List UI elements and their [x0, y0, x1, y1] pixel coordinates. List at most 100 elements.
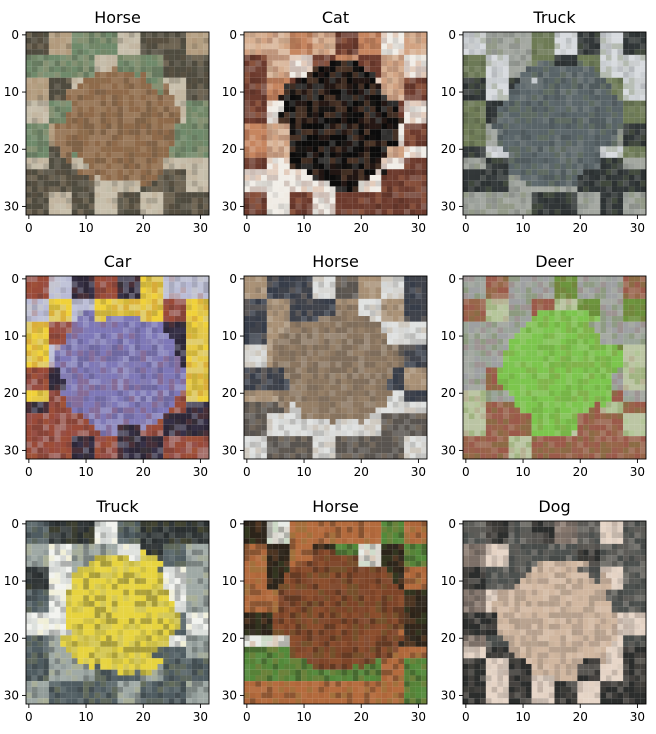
image-pixel [318, 327, 324, 333]
image-pixel [376, 124, 382, 130]
image-pixel [244, 55, 250, 61]
image-pixel [370, 49, 376, 55]
image-pixel [313, 66, 319, 72]
image-pixel [583, 106, 589, 112]
image-pixel [158, 287, 164, 293]
image-pixel [290, 118, 296, 124]
image-pixel [158, 146, 164, 152]
image-pixel [358, 61, 364, 67]
image-pixel [118, 350, 124, 356]
image-pixel [203, 419, 209, 425]
image-pixel [532, 95, 538, 101]
image-pixel [158, 164, 164, 170]
image-pixel [55, 164, 61, 170]
image-pixel [410, 282, 416, 288]
image-pixel [123, 135, 129, 141]
image-pixel [295, 38, 301, 44]
image-pixel [353, 362, 359, 368]
image-pixel [532, 32, 538, 38]
image-pixel [376, 169, 382, 175]
image-pixel [77, 333, 83, 339]
image-pixel [26, 83, 32, 89]
image-pixel [100, 453, 106, 459]
image-pixel [336, 164, 342, 170]
image-pixel [123, 430, 129, 436]
image-pixel [66, 72, 72, 78]
image-pixel [77, 442, 83, 448]
image-pixel [180, 158, 186, 164]
image-pixel [577, 129, 583, 135]
image-pixel [60, 425, 66, 431]
image-pixel [152, 390, 158, 396]
image-pixel [49, 293, 55, 299]
image-pixel [278, 362, 284, 368]
image-pixel [261, 129, 267, 135]
image-pixel [192, 385, 198, 391]
image-pixel [112, 152, 118, 158]
image-pixel [295, 146, 301, 152]
image-pixel [100, 204, 106, 210]
image-pixel [175, 350, 181, 356]
image-pixel [158, 396, 164, 402]
image-pixel [336, 368, 342, 374]
image-pixel [537, 192, 543, 198]
image-pixel [492, 209, 498, 215]
image-pixel [158, 413, 164, 419]
image-pixel [198, 448, 204, 454]
image-pixel [577, 66, 583, 72]
image-pixel [26, 204, 32, 210]
image-pixel [537, 124, 543, 130]
image-pixel [83, 192, 89, 198]
image-pixel [347, 299, 353, 305]
image-pixel [244, 186, 250, 192]
image-pixel [123, 164, 129, 170]
image-pixel [612, 83, 618, 89]
image-pixel [192, 118, 198, 124]
image-pixel [393, 152, 399, 158]
image-pixel [295, 350, 301, 356]
image-pixel [278, 316, 284, 322]
image-pixel [330, 192, 336, 198]
image-pixel [43, 32, 49, 38]
image-pixel [112, 408, 118, 414]
image-pixel [307, 299, 313, 305]
image-pixel [129, 299, 135, 305]
image-pixel [416, 339, 422, 345]
image-pixel [290, 43, 296, 49]
image-pixel [381, 299, 387, 305]
image-pixel [469, 152, 475, 158]
image-pixel [555, 95, 561, 101]
image-pixel [398, 362, 404, 368]
image-pixel [324, 61, 330, 67]
image-pixel [376, 396, 382, 402]
image-pixel [503, 169, 509, 175]
image-pixel [376, 356, 382, 362]
image-pixel [370, 118, 376, 124]
image-pixel [313, 61, 319, 67]
image-pixel [492, 83, 498, 89]
image-pixel [497, 83, 503, 89]
image-pixel [55, 135, 61, 141]
image-pixel [123, 373, 129, 379]
image-pixel [393, 333, 399, 339]
image-pixel [555, 78, 561, 84]
image-pixel [421, 322, 427, 328]
image-pixel [163, 316, 169, 322]
image-pixel [112, 322, 118, 328]
image-pixel [278, 305, 284, 311]
image-pixel [543, 158, 549, 164]
image-pixel [273, 49, 279, 55]
image-pixel [255, 339, 261, 345]
image-pixel [129, 152, 135, 158]
image-pixel [26, 78, 32, 84]
image-pixel [612, 181, 618, 187]
image-pixel [503, 135, 509, 141]
image-pixel [617, 32, 623, 38]
image-pixel [572, 78, 578, 84]
image-pixel [43, 327, 49, 333]
image-pixel [255, 152, 261, 158]
image-pixel [295, 385, 301, 391]
image-pixel [635, 101, 641, 107]
image-pixel [336, 198, 342, 204]
image-pixel [100, 356, 106, 362]
